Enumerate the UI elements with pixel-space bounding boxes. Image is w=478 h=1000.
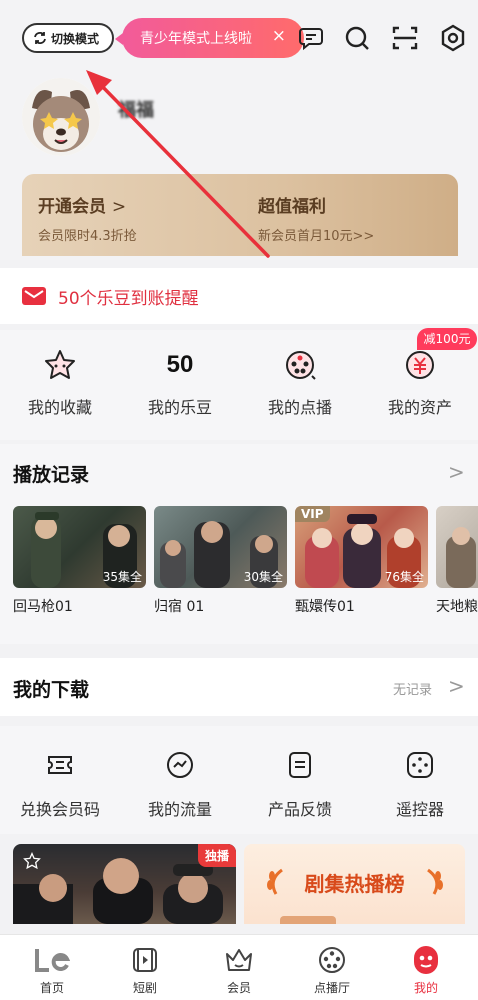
remote-label: 遥控器 — [395, 800, 444, 819]
history-thumb[interactable]: 35集全 — [13, 506, 146, 588]
nav-short-drama-label: 短剧 — [132, 981, 157, 995]
chevron-right-icon[interactable]: > — [448, 460, 465, 484]
nav-home[interactable]: 首页 — [12, 943, 92, 996]
history-item-title[interactable]: 天地粮 — [436, 596, 478, 616]
star-icon[interactable] — [23, 852, 41, 870]
vip-tag: VIP — [295, 506, 330, 522]
le-logo-icon — [35, 949, 70, 972]
benefit-subtitle: 新会员首月10元>> — [258, 229, 375, 244]
history-item-title[interactable]: 回马枪01 — [13, 596, 73, 616]
nav-home-label: 首页 — [39, 981, 64, 995]
ondemand-entry[interactable]: 我的点播 — [240, 348, 360, 418]
feedback-icon — [289, 752, 311, 778]
nav-short-drama[interactable]: 短剧 — [105, 943, 185, 996]
feedback-entry[interactable]: 产品反馈 — [240, 750, 360, 820]
favorites-entry[interactable]: 我的收藏 — [0, 348, 120, 418]
reminder-text: 50个乐豆到账提醒 — [58, 288, 199, 309]
favorites-label: 我的收藏 — [27, 398, 92, 417]
short-drama-icon — [133, 948, 157, 972]
stats-row: 我的收藏 50 我的乐豆 我的点播 我的资产 — [0, 330, 478, 440]
laurel-right-icon — [427, 868, 443, 895]
nav-vip-label: 会员 — [226, 981, 251, 995]
teen-toast-text: 青少年模式上线啦 — [140, 31, 252, 47]
exclusive-banner[interactable]: 独播 — [13, 844, 236, 924]
vip-open-section[interactable]: 开通会员 > 会员限时4.3折抢 — [38, 192, 137, 244]
username[interactable]: 福福 — [118, 96, 154, 122]
remote-entry[interactable]: 遥控器 — [360, 750, 478, 820]
bottom-nav: 首页 短剧 会员 点播厅 我的 — [0, 934, 478, 1000]
dog-avatar-icon — [22, 78, 100, 156]
search-icon[interactable] — [343, 24, 371, 52]
nav-mine-label: 我的 — [413, 981, 438, 995]
feedback-label: 产品反馈 — [267, 800, 332, 819]
message-icon[interactable] — [297, 24, 325, 52]
episode-count: 35集全 — [102, 570, 142, 584]
film-reel-icon — [319, 947, 345, 973]
assets-label: 我的资产 — [387, 398, 452, 417]
ledou-entry[interactable]: 50 我的乐豆 — [120, 348, 240, 418]
switch-mode-button[interactable]: 切换模式 — [22, 23, 114, 53]
ondemand-label: 我的点播 — [267, 398, 332, 417]
ledou-count: 50 — [166, 351, 194, 378]
discount-badge: 减100元 — [417, 328, 477, 350]
film-reel-icon — [286, 351, 316, 380]
nav-vip[interactable]: 会员 — [199, 943, 279, 996]
profile-icon — [414, 946, 438, 974]
history-thumb[interactable]: VIP 76集全 — [295, 506, 428, 588]
ledou-label: 我的乐豆 — [147, 398, 212, 417]
nav-ondemand-label: 点播厅 — [313, 981, 350, 995]
scan-icon[interactable] — [391, 24, 419, 52]
benefit-section[interactable]: 超值福利 新会员首月10元>> — [258, 192, 374, 244]
history-item-title[interactable]: 归宿 01 — [154, 596, 204, 616]
mail-icon — [22, 287, 46, 305]
download-title: 我的下载 — [13, 679, 90, 701]
chevron-right-icon[interactable]: > — [448, 674, 465, 698]
settings-icon[interactable] — [439, 24, 467, 52]
redeem-code-entry[interactable]: 兑换会员码 — [0, 750, 120, 820]
teen-mode-toast[interactable]: 青少年模式上线啦 × — [115, 18, 304, 58]
traffic-entry[interactable]: 我的流量 — [120, 750, 240, 820]
nav-ondemand[interactable]: 点播厅 — [292, 943, 372, 996]
nav-mine[interactable]: 我的 — [386, 943, 466, 996]
vip-open-subtitle: 会员限时4.3折抢 — [38, 229, 137, 244]
close-icon[interactable]: × — [272, 26, 286, 46]
avatar[interactable] — [22, 78, 100, 156]
coin-icon — [406, 351, 434, 379]
chevron-right-icon: > — [111, 197, 127, 217]
history-section: 播放记录 > 35集全 回马枪01 30集全 归宿 01 VIP 76集全 甄嬛… — [0, 444, 478, 644]
ranking-card-peek — [280, 916, 336, 924]
assets-entry[interactable]: 我的资产 — [360, 348, 478, 418]
crown-icon — [226, 949, 252, 971]
vip-card[interactable]: 开通会员 > 会员限时4.3折抢 超值福利 新会员首月10元>> — [22, 174, 458, 256]
poster-image — [446, 527, 476, 588]
exclusive-tag: 独播 — [197, 844, 236, 867]
history-thumb[interactable]: 30集全 — [154, 506, 287, 588]
download-status: 无记录 — [393, 683, 433, 698]
ledou-reminder[interactable]: 50个乐豆到账提醒 — [0, 268, 478, 324]
traffic-icon — [167, 752, 193, 778]
episode-count: 30集全 — [243, 570, 283, 584]
star-icon — [45, 350, 75, 379]
switch-mode-label: 切换模式 — [51, 31, 100, 46]
traffic-label: 我的流量 — [147, 800, 212, 819]
profile-header: 切换模式 青少年模式上线啦 × 福福 开通会员 > 会员限时4.3折抢 超值福利… — [0, 0, 478, 260]
history-thumb[interactable] — [436, 506, 478, 588]
hot-ranking-banner[interactable]: 剧集热播榜 — [244, 844, 465, 924]
history-item-title[interactable]: 甄嬛传01 — [295, 596, 355, 616]
download-section[interactable]: 我的下载 无记录 > — [0, 658, 478, 716]
tools-row: 兑换会员码 我的流量 产品反馈 遥控器 — [0, 726, 478, 834]
ticket-icon — [48, 756, 72, 774]
history-title: 播放记录 — [13, 464, 90, 486]
redeem-code-label: 兑换会员码 — [19, 800, 100, 819]
episode-count: 76集全 — [384, 570, 424, 584]
vip-open-title: 开通会员 — [38, 197, 106, 217]
benefit-title: 超值福利 — [258, 197, 326, 217]
switch-icon — [34, 32, 46, 44]
remote-icon — [407, 752, 433, 778]
